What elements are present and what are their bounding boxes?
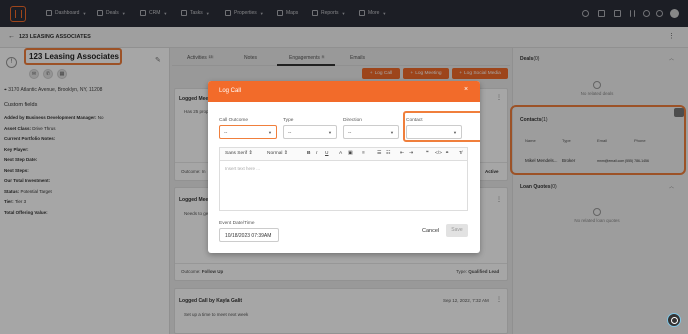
editor-toolbar: Sans Serif ⇕ Normal ⇕ B I U A ▣ ≡ ☰ ☷ ⇤ … — [219, 147, 468, 160]
contact-select[interactable]: ▼ — [406, 125, 462, 139]
log-call-modal: Log Call × Call Outcome -- ▼ Type -- ▼ Dir… — [208, 81, 480, 253]
underline-icon[interactable]: U — [325, 151, 328, 156]
bold-icon[interactable]: B — [307, 151, 310, 156]
italic-icon[interactable]: I — [316, 151, 317, 156]
chevron-down-icon: ▼ — [328, 130, 332, 135]
close-icon[interactable]: × — [464, 86, 468, 93]
text-color-icon[interactable]: A — [339, 151, 342, 156]
event-date-label: Event Date/Time — [219, 221, 255, 226]
chevron-down-icon: ▼ — [390, 130, 394, 135]
call-outcome-select[interactable]: -- ▼ — [219, 125, 277, 139]
event-datetime-input[interactable]: 10/18/2023 07:39AM — [219, 228, 279, 242]
quote-icon[interactable]: ❝ — [426, 151, 429, 156]
modal-header: Log Call × — [208, 81, 480, 102]
cancel-button[interactable]: Cancel — [422, 228, 439, 234]
help-search-fab[interactable] — [667, 313, 681, 327]
indent-icon[interactable]: ⇥ — [409, 151, 413, 156]
modal-title: Log Call — [219, 88, 242, 94]
outdent-icon[interactable]: ⇤ — [400, 151, 404, 156]
align-icon[interactable]: ≡ — [362, 151, 365, 156]
link-icon[interactable]: ⚭ — [445, 151, 449, 156]
direction-label: Direction — [343, 118, 362, 123]
bullet-list-icon[interactable]: ☷ — [386, 151, 390, 156]
editor-placeholder: Insert text here ... — [225, 166, 261, 171]
code-icon[interactable]: </> — [435, 151, 442, 156]
call-outcome-label: Call Outcome — [219, 118, 249, 123]
ordered-list-icon[interactable]: ☰ — [377, 151, 381, 156]
chevron-down-icon: ▼ — [453, 130, 457, 135]
notes-editor[interactable]: Insert text here ... — [219, 160, 468, 211]
highlight-icon[interactable]: ▣ — [348, 151, 353, 156]
direction-select[interactable]: -- ▼ — [343, 125, 399, 139]
font-select[interactable]: Sans Serif ⇕ — [225, 151, 253, 156]
contact-label: Contact — [406, 118, 423, 123]
clear-format-icon[interactable]: T̸ — [459, 151, 462, 156]
save-button[interactable]: Save — [446, 224, 468, 237]
type-label: Type — [283, 118, 294, 123]
size-select[interactable]: Normal ⇕ — [267, 151, 288, 156]
type-select[interactable]: -- ▼ — [283, 125, 337, 139]
chevron-down-icon: ▼ — [268, 130, 272, 135]
